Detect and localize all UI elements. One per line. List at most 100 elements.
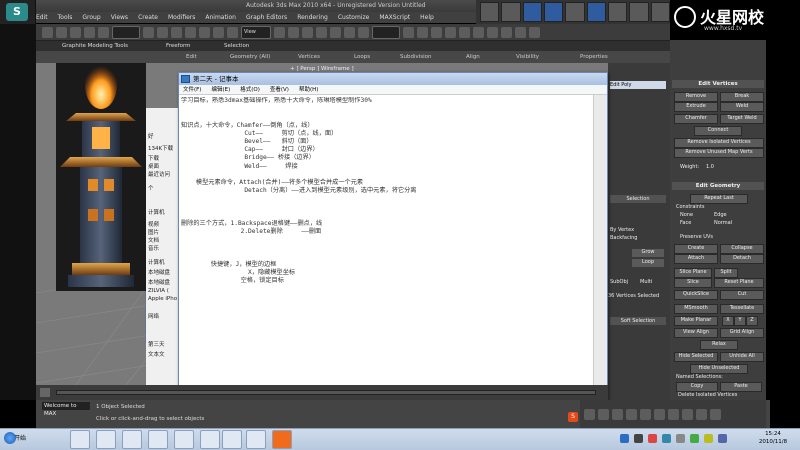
x-button[interactable]: X xyxy=(722,316,734,326)
modifier-stack-item[interactable]: Edit Poly xyxy=(610,81,666,89)
taskbar-qq-icon[interactable] xyxy=(96,430,116,449)
explorer-nav-item[interactable]: 最近访问 xyxy=(148,170,170,178)
tessellate-button[interactable]: Tessellate xyxy=(720,304,764,314)
menu-create[interactable]: Create xyxy=(138,14,158,21)
keyboard-shortcut-icon[interactable] xyxy=(302,26,313,38)
selection-rollout-header[interactable]: Selection xyxy=(610,195,666,203)
named-selection-dropdown[interactable] xyxy=(372,25,400,39)
tab-selection[interactable]: Selection xyxy=(224,41,249,51)
timeline[interactable] xyxy=(36,385,608,400)
notepad-menu-item[interactable]: 格式(O) xyxy=(240,87,260,93)
pivot-icon[interactable] xyxy=(274,26,285,38)
ribbon-geometry-all[interactable]: Geometry (All) xyxy=(230,51,270,63)
repeat-last-button[interactable]: Repeat Last xyxy=(690,194,748,204)
paste-button[interactable]: Paste xyxy=(720,382,762,392)
quick-access-button[interactable] xyxy=(607,2,628,22)
zoom-all-icon[interactable] xyxy=(668,408,679,420)
collapse-button[interactable]: Collapse xyxy=(720,244,764,254)
menu-maxscript[interactable]: MAXScript xyxy=(379,14,410,21)
curve-editor-icon[interactable] xyxy=(459,26,470,38)
ribbon-properties[interactable]: Properties xyxy=(580,51,608,63)
redo-icon[interactable] xyxy=(56,26,67,38)
soft-selection-header[interactable]: Soft Selection xyxy=(610,317,666,325)
sogou-ime-icon[interactable]: S xyxy=(568,412,578,422)
windows-orb-icon[interactable] xyxy=(4,432,16,444)
menu-animation[interactable]: Animation xyxy=(205,14,236,21)
app-menu-button[interactable]: S xyxy=(0,0,36,24)
next-frame-icon[interactable] xyxy=(626,408,637,420)
tray-icon[interactable] xyxy=(690,434,699,443)
ribbon-loops[interactable]: Loops xyxy=(354,51,370,63)
ribbon-edit[interactable]: Edit xyxy=(186,51,197,63)
explorer-nav-item[interactable]: 个 xyxy=(148,184,154,192)
multi-radio[interactable]: Multi xyxy=(640,279,666,286)
explorer-nav-item[interactable]: 文本文 xyxy=(148,350,165,358)
constraint-face-radio[interactable]: Face xyxy=(680,220,691,226)
weight-input[interactable]: 1.0 xyxy=(706,164,714,170)
select-object-icon[interactable] xyxy=(143,26,154,38)
move-icon[interactable] xyxy=(199,26,210,38)
orbit-icon[interactable] xyxy=(696,408,707,420)
explorer-nav-item[interactable]: 本地磁盘 xyxy=(148,268,170,276)
reset-plane-button[interactable]: Reset Plane xyxy=(714,278,764,288)
constraint-normal-radio[interactable]: Normal xyxy=(714,220,732,226)
taskbar-ie-icon[interactable] xyxy=(70,430,90,449)
quick-access-button[interactable] xyxy=(586,2,606,22)
attach-button[interactable]: Attach xyxy=(674,254,718,264)
selection-filter-dropdown[interactable] xyxy=(112,25,140,39)
quick-access-button[interactable] xyxy=(565,2,585,22)
taskbar-browser-icon[interactable] xyxy=(148,430,168,449)
notepad-scrollbar[interactable] xyxy=(593,95,607,419)
tray-icon[interactable] xyxy=(620,434,629,443)
hide-selected-button[interactable]: Hide Selected xyxy=(674,352,718,362)
menu-rendering[interactable]: Rendering xyxy=(297,14,328,21)
quickslice-button[interactable]: QuickSlice xyxy=(674,290,718,300)
play-icon[interactable] xyxy=(612,408,623,420)
tray-icon[interactable] xyxy=(676,434,685,443)
taskbar-ppt-icon[interactable] xyxy=(272,430,292,449)
constraint-none-radio[interactable]: None xyxy=(680,212,693,218)
explorer-nav-item[interactable]: 文档 xyxy=(148,236,159,244)
view-align-button[interactable]: View Align xyxy=(674,328,718,338)
taskbar-notepad-icon[interactable] xyxy=(246,430,266,449)
tab-freeform[interactable]: Freeform xyxy=(166,41,191,51)
unlink-icon[interactable] xyxy=(84,26,95,38)
unhide-all-button[interactable]: Unhide All xyxy=(720,352,764,362)
align-icon[interactable] xyxy=(417,26,428,38)
taskbar-media-icon[interactable] xyxy=(122,430,142,449)
explorer-nav-item[interactable]: 网络 xyxy=(148,312,159,320)
msmooth-button[interactable]: MSmooth xyxy=(674,304,718,314)
explorer-nav-item[interactable]: 音乐 xyxy=(148,244,159,252)
remove-isolated-vertices-button[interactable]: Remove Isolated Vertices xyxy=(674,138,764,148)
spinner-snap-icon[interactable] xyxy=(358,26,369,38)
explorer-nav-item[interactable]: 第三天 xyxy=(148,340,165,348)
schematic-view-icon[interactable] xyxy=(473,26,484,38)
bind-space-warp-icon[interactable] xyxy=(98,26,109,38)
go-to-end-icon[interactable] xyxy=(640,408,651,420)
edit-vertices-header[interactable]: Edit Vertices xyxy=(672,80,764,88)
slice-button[interactable]: Slice xyxy=(674,278,712,288)
menu-graph-editors[interactable]: Graph Editors xyxy=(246,14,287,21)
taskbar-folder-icon[interactable] xyxy=(222,430,242,449)
maxscript-listener-badge[interactable]: Welcome to MAX xyxy=(42,402,90,417)
manipulate-icon[interactable] xyxy=(288,26,299,38)
go-to-start-icon[interactable] xyxy=(584,408,595,420)
reference-coordinate-dropdown[interactable]: View xyxy=(241,25,271,39)
scale-icon[interactable] xyxy=(227,26,238,38)
constraint-edge-radio[interactable]: Edge xyxy=(714,212,727,218)
select-by-name-icon[interactable] xyxy=(157,26,168,38)
explorer-nav-item[interactable]: 好 xyxy=(148,132,154,140)
time-slider[interactable] xyxy=(56,390,596,395)
connect-button[interactable]: Connect xyxy=(694,126,742,136)
explorer-nav-item[interactable]: 桌面 xyxy=(148,162,159,170)
notepad-text-area[interactable]: 学习目标，熟悉3dmax基础操作，熟悉十大命令，陈琳塔模型制作30% 知识点，十大… xyxy=(181,97,593,419)
subobj-radio[interactable]: SubObj xyxy=(610,279,638,286)
weld-button[interactable]: Weld xyxy=(720,102,764,112)
graphite-icon[interactable] xyxy=(445,26,456,38)
menu-edit[interactable]: Edit xyxy=(36,14,48,21)
window-crossing-icon[interactable] xyxy=(185,26,196,38)
extrude-button[interactable]: Extrude xyxy=(674,102,718,112)
notepad-title[interactable]: 第二天 - 记事本 xyxy=(179,73,607,85)
preserve-uvs-checkbox[interactable]: Preserve UVs xyxy=(680,234,713,240)
snap-icon[interactable] xyxy=(316,26,327,38)
